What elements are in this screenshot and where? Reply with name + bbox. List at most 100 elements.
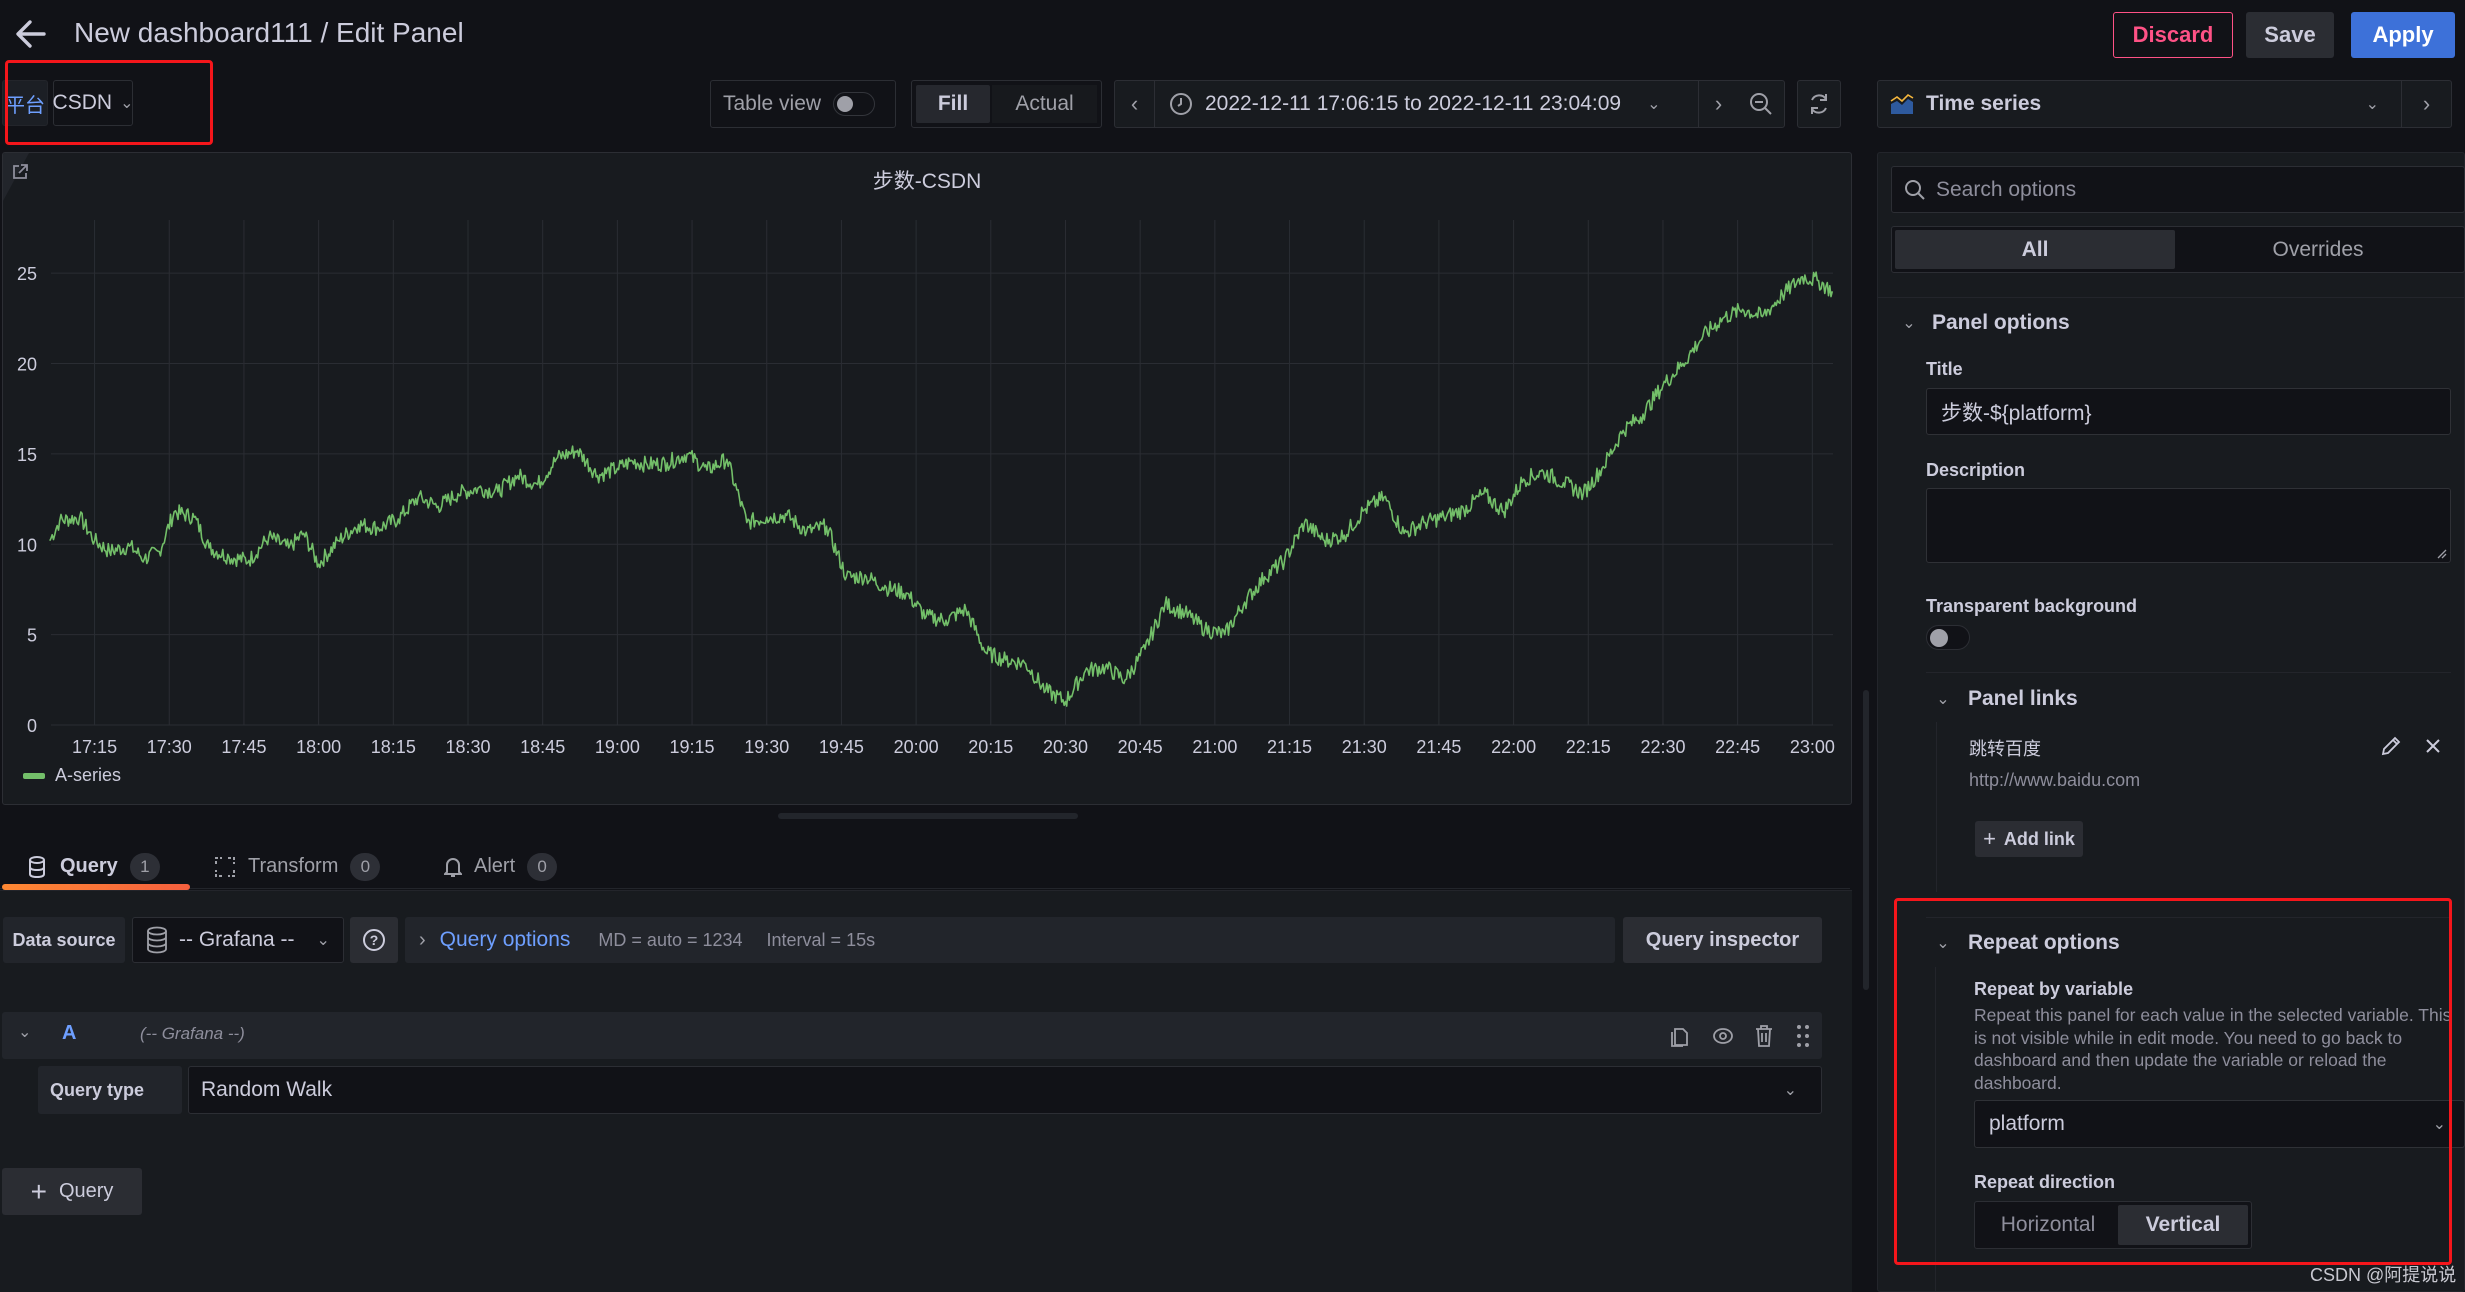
y-tick-label: 0 [27,716,37,736]
time-back-button[interactable]: ‹ [1115,81,1155,127]
add-link-button[interactable]: + Add link [1975,821,2083,857]
tab-overrides[interactable]: Overrides [2175,230,2461,269]
page-title: New dashboard111 / Edit Panel [74,17,464,48]
left-pane-scrollbar[interactable] [1863,690,1869,990]
time-picker: ‹ 2022-12-11 17:06:15 to 2022-12-11 23:0… [1114,80,1785,128]
chevron-right-icon: › [2422,91,2431,116]
add-link-label: Add link [2003,828,2075,849]
drag-handle-icon[interactable] [1796,1024,1810,1048]
legend-swatch [23,772,45,779]
variable-dropdown[interactable]: CSDN ⌄ [53,80,133,126]
query-options-bar[interactable]: › Query options MD = auto = 1234 Interva… [405,917,1615,963]
datasource-picker[interactable]: -- Grafana -- ⌄ [132,917,344,963]
fill-option[interactable]: Fill [916,85,990,123]
tab-alert-label: Alert [474,855,516,877]
query-type-label: Query type [38,1066,182,1114]
plus-icon: + [30,1175,47,1207]
delete-query-icon[interactable] [1754,1024,1774,1048]
bell-icon [444,857,462,877]
chevron-right-icon: › [1714,91,1723,116]
repeat-by-label: Repeat by variable [1974,979,2134,999]
repeat-variable-select[interactable]: platform ⌄ [1974,1100,2465,1148]
x-tick-label: 17:15 [72,737,117,757]
tab-alert[interactable]: Alert 0 [444,844,594,889]
resize-handle-icon[interactable] [2437,549,2447,559]
repeat-variable-value: platform [1989,1112,2065,1135]
remove-link-icon[interactable] [2424,737,2442,755]
direction-horizontal[interactable]: Horizontal [1978,1205,2118,1245]
x-tick-label: 18:00 [296,737,341,757]
panel-links-divider [1926,672,2451,673]
table-view-switch[interactable] [833,92,876,116]
chevron-down-icon: ⌄ [120,95,134,112]
collapse-options-button[interactable]: › [2401,81,2451,127]
search-icon [1905,179,1925,200]
chevron-right-icon: › [419,928,426,951]
zoom-out-button[interactable] [1738,81,1784,127]
table-view-label: Table view [723,92,822,115]
collapse-query-icon[interactable]: ⌄ [18,1022,31,1042]
title-field-label: Title [1926,359,1963,379]
save-button[interactable]: Save [2246,12,2334,58]
datasource-value: -- Grafana -- [179,928,295,951]
time-series-icon [1890,93,1914,114]
add-query-button[interactable]: + Query [2,1168,142,1215]
x-tick-label: 19:45 [819,737,864,757]
query-inspector-button[interactable]: Query inspector [1623,917,1822,963]
link-item-url: http://www.baidu.com [1969,770,2141,790]
switch-knob [1930,629,1948,647]
description-textarea[interactable] [1926,488,2451,563]
interval-text: Interval = 15s [766,929,876,950]
hide-query-icon[interactable] [1712,1025,1734,1047]
tab-all[interactable]: All [1895,230,2175,269]
chevron-down-icon: ⌄ [316,932,330,949]
edit-link-icon[interactable] [2380,735,2402,757]
chevron-down-icon: ⌄ [2432,1116,2446,1133]
query-ref-id[interactable]: A [62,1022,76,1045]
title-input-value: 步数-${platform} [1941,401,2092,425]
repeat-by-description: Repeat this panel for each value in the … [1974,1005,2452,1093]
x-tick-label: 20:00 [894,737,939,757]
link-item-title[interactable]: 跳转百度 [1969,735,2041,761]
tab-transform-count: 0 [350,852,381,881]
series-line-A-series [49,271,1834,707]
y-tick-label: 25 [17,264,37,284]
x-tick-label: 20:45 [1118,737,1163,757]
panel-links-header[interactable]: ⌄ Panel links [1926,684,2446,714]
tab-query[interactable]: Query 1 [2,844,190,889]
chevron-down-icon: ⌄ [1647,96,1661,113]
time-series-chart[interactable]: 0 5 10 15 20 25 17:15 17:30 17:45 18:00 18:15 18:30… [3,153,1852,805]
repeat-options-header[interactable]: ⌄ Repeat options [1926,928,2446,958]
direction-vertical[interactable]: Vertical [2118,1205,2248,1245]
panel-options-header[interactable]: ⌄ Panel options [1892,308,2452,338]
variable-label: 平台 [2,80,48,126]
duplicate-query-icon[interactable] [1669,1024,1689,1048]
plus-icon: + [1983,826,1996,851]
refresh-button[interactable] [1797,80,1841,128]
x-tick-label: 22:15 [1566,737,1611,757]
tab-alert-count: 0 [527,852,558,881]
time-forward-button[interactable]: › [1698,81,1738,127]
repeat-direction-toggle: Horizontal Vertical [1974,1201,2252,1249]
back-button[interactable] [14,16,48,52]
panel-splitter[interactable] [778,813,1078,819]
chevron-down-icon: ⌄ [1783,1082,1797,1099]
add-query-label: Query [58,1180,114,1202]
query-type-select[interactable]: Random Walk ⌄ [188,1066,1822,1114]
datasource-help-button[interactable]: ? [350,917,398,963]
transparent-bg-switch[interactable] [1926,625,1970,650]
tab-transform[interactable]: Transform 0 [214,844,404,889]
visualization-picker[interactable]: Time series ⌄ › [1877,80,2452,128]
apply-button[interactable]: Apply [2351,12,2455,58]
panel-links-rail [1936,722,1937,892]
legend-label[interactable]: A-series [55,765,121,786]
search-options-input[interactable]: Search options [1891,166,2465,213]
repeat-direction-label: Repeat direction [1974,1172,2116,1192]
discard-button[interactable]: Discard [2113,12,2233,58]
x-tick-label: 19:00 [595,737,640,757]
y-tick-label: 15 [17,445,37,465]
actual-option[interactable]: Actual [992,85,1097,123]
time-range-button[interactable]: 2022-12-11 17:06:15 to 2022-12-11 23:04:… [1155,81,1698,127]
variable-bar: 平台 CSDN ⌄ [0,78,220,128]
title-input[interactable]: 步数-${platform} [1926,388,2451,435]
